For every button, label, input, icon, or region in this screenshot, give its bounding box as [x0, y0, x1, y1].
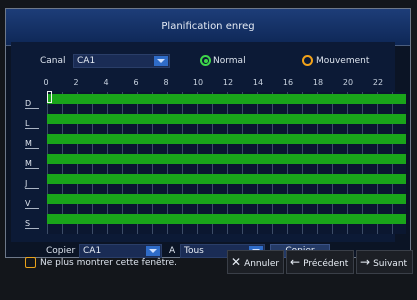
hour-label: 10: [192, 78, 204, 87]
schedule-row[interactable]: [47, 194, 406, 204]
dont-show-checkbox[interactable]: [25, 257, 36, 268]
copy-label: Copier: [46, 246, 76, 256]
schedule-row[interactable]: [47, 94, 406, 104]
hour-label: 2: [73, 78, 79, 87]
motion-label: Mouvement: [316, 56, 370, 66]
day-label[interactable]: M: [25, 139, 39, 149]
schedule-row[interactable]: [47, 114, 406, 124]
hour-label: 14: [252, 78, 264, 87]
grid-cursor: [47, 91, 52, 103]
copy-from-select[interactable]: CA1: [79, 244, 162, 258]
copy-to-value: Tous: [184, 246, 204, 256]
cancel-button[interactable]: ✕ Annuler: [227, 250, 284, 274]
hour-label: 22: [372, 78, 384, 87]
hour-label: 12: [222, 78, 234, 87]
normal-label: Normal: [213, 56, 246, 66]
chevron-down-icon: [146, 246, 160, 256]
channel-select[interactable]: CA1: [73, 54, 170, 68]
day-label[interactable]: L: [25, 119, 39, 129]
day-label[interactable]: M: [25, 159, 39, 169]
schedule-row[interactable]: [47, 174, 406, 184]
chevron-down-icon: [154, 56, 168, 66]
hour-label: 8: [163, 78, 169, 87]
next-button[interactable]: → Suivant: [356, 250, 413, 274]
dont-show-label: Ne plus montrer cette fenêtre.: [40, 258, 178, 268]
hour-label: 4: [103, 78, 109, 87]
dialog-title: Planification enreg: [6, 9, 410, 46]
motion-radio[interactable]: [302, 55, 313, 66]
previous-label: Précédent: [303, 259, 349, 269]
schedule-row[interactable]: [47, 154, 406, 164]
hour-label: 20: [342, 78, 354, 87]
close-icon: ✕: [231, 255, 242, 269]
channel-value: CA1: [77, 56, 96, 66]
day-label[interactable]: S: [25, 219, 39, 229]
hour-label: 0: [43, 78, 49, 87]
day-label[interactable]: D: [25, 99, 39, 109]
schedule-row[interactable]: [47, 214, 406, 224]
hour-label: 18: [312, 78, 324, 87]
hour-label: 6: [133, 78, 139, 87]
normal-radio[interactable]: [200, 55, 211, 66]
hour-label: 16: [282, 78, 294, 87]
day-label[interactable]: V: [25, 199, 39, 209]
copy-from-value: CA1: [83, 246, 102, 256]
schedule-grid[interactable]: [47, 92, 406, 234]
copy-to-label: A: [169, 246, 176, 256]
channel-label: Canal: [40, 56, 66, 66]
schedule-row[interactable]: [47, 134, 406, 144]
arrow-right-icon: →: [360, 255, 371, 269]
arrow-left-icon: ←: [290, 255, 301, 269]
cancel-label: Annuler: [244, 259, 280, 269]
day-label[interactable]: J: [25, 179, 39, 189]
next-label: Suivant: [373, 259, 408, 269]
previous-button[interactable]: ← Précédent: [286, 250, 354, 274]
